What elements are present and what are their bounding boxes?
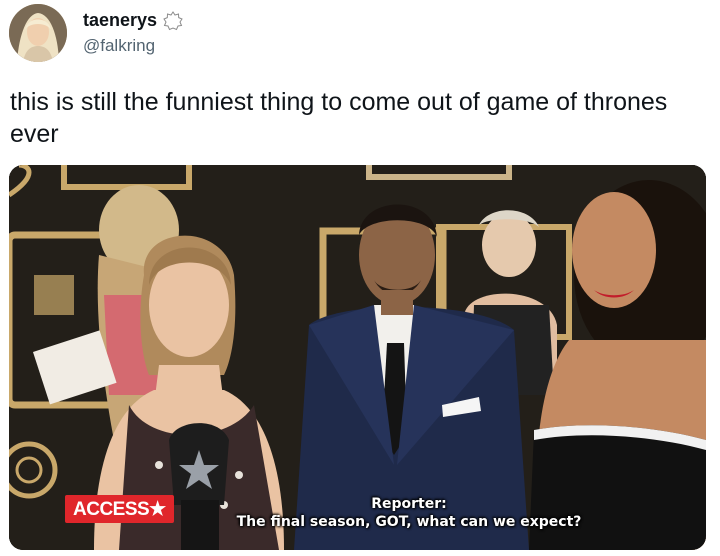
- tweet-media[interactable]: ACCESS★ Reporter: The final season, GOT,…: [9, 165, 706, 550]
- photo-scene: [9, 165, 706, 550]
- avatar-image: [9, 4, 67, 62]
- access-logo: ACCESS★: [65, 495, 174, 523]
- caption-speaker: Reporter:: [371, 496, 447, 512]
- avatar[interactable]: [9, 4, 67, 62]
- user-handle[interactable]: @falkring: [83, 36, 155, 56]
- name-row: taenerys: [83, 10, 183, 31]
- video-caption: Reporter: The final season, GOT, what ca…: [209, 495, 609, 531]
- caption-line: The final season, GOT, what can we expec…: [236, 514, 582, 530]
- tweet-text: this is still the funniest thing to come…: [10, 88, 668, 148]
- tweet-header: taenerys @falkring: [9, 4, 709, 64]
- verified-badge-icon: [163, 10, 183, 31]
- display-name[interactable]: taenerys: [83, 10, 157, 31]
